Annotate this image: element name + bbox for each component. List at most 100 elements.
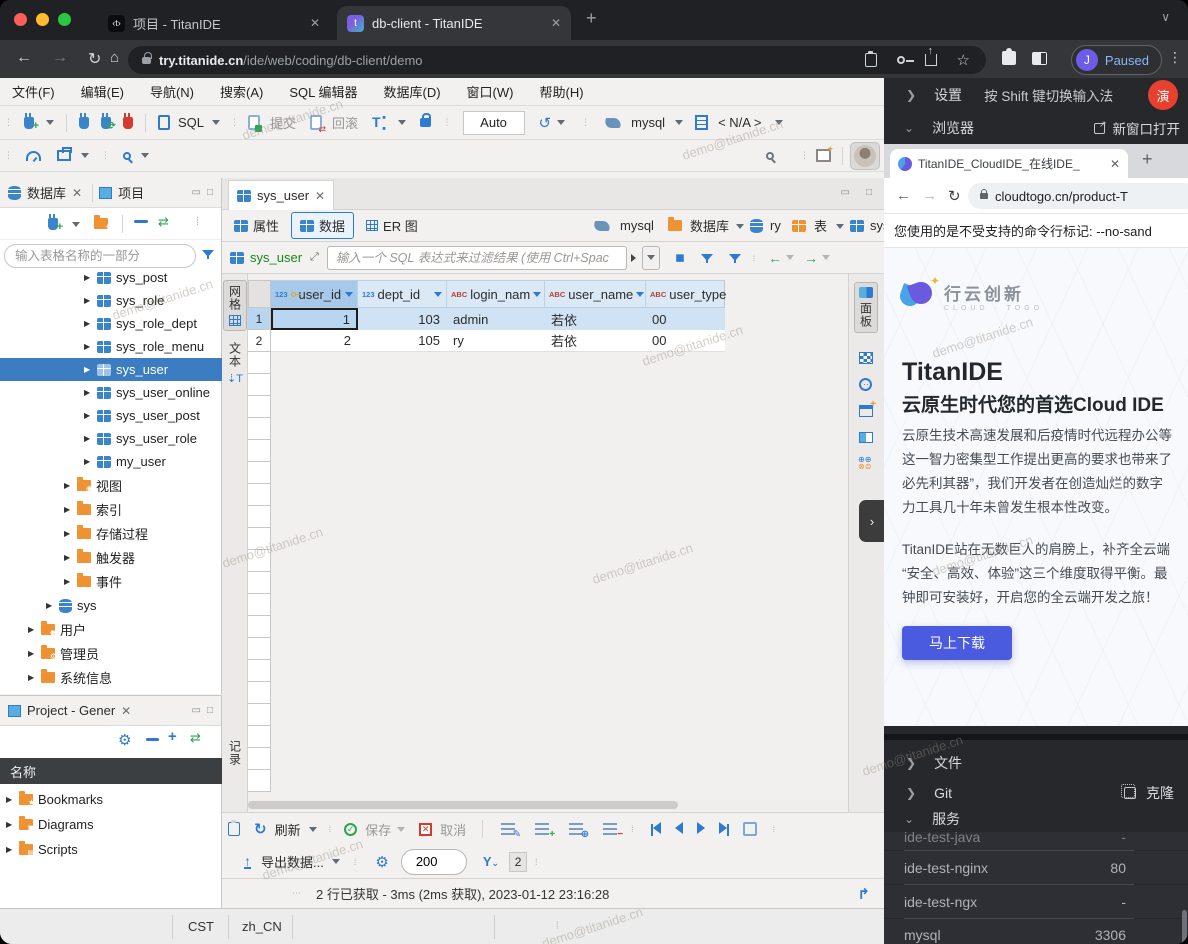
- expand-filter-icon[interactable]: ⤢: [310, 251, 319, 264]
- fetch-all-icon[interactable]: [743, 822, 757, 836]
- open-new-window-button[interactable]: ↗ 新窗口打开: [1094, 118, 1181, 138]
- menu-edit[interactable]: 编辑(E): [81, 82, 124, 101]
- transaction-mode-icon[interactable]: T⡁: [372, 114, 392, 131]
- context-table-label[interactable]: 表: [814, 216, 827, 235]
- gear-icon[interactable]: ⚙: [118, 731, 131, 749]
- tab-project[interactable]: ‹t› 项目 - TitanIDE ✕: [98, 6, 330, 40]
- dashboard-icon[interactable]: [26, 151, 41, 161]
- tab-db-client[interactable]: t db-client - TitanIDE ✕: [337, 6, 571, 40]
- home-icon[interactable]: ⌂: [110, 49, 119, 66]
- next-dropdown-icon[interactable]: [822, 255, 830, 260]
- auto-refresh-icon[interactable]: ↱: [857, 885, 870, 903]
- search-dropdown-icon[interactable]: [141, 153, 149, 158]
- fetch-segment-icon[interactable]: Y⌄: [483, 854, 499, 869]
- last-row-icon[interactable]: [719, 822, 729, 837]
- driver-manager-icon[interactable]: [57, 150, 71, 161]
- menu-help[interactable]: 帮助(H): [539, 82, 583, 101]
- refresh-icon[interactable]: ↻: [254, 820, 267, 838]
- tab-search-chevron-icon[interactable]: ∨: [1161, 10, 1170, 24]
- cell-user-type[interactable]: 00: [646, 308, 725, 330]
- profile-button[interactable]: J Paused: [1071, 45, 1162, 75]
- link-icon[interactable]: ⇄: [190, 730, 201, 746]
- column-header-dept-id[interactable]: 123 dept_id: [358, 281, 447, 307]
- new-connection-icon[interactable]: +: [24, 117, 34, 129]
- row-number[interactable]: 2: [248, 330, 271, 352]
- prev-row-icon[interactable]: [675, 822, 683, 837]
- user-avatar-button[interactable]: [850, 142, 880, 170]
- tree-item-triggers[interactable]: ▶触发器: [0, 546, 222, 569]
- side-panel-icon[interactable]: [1032, 52, 1047, 65]
- transaction-dropdown-icon[interactable]: [398, 120, 406, 125]
- record-icons[interactable]: ⊕⊕⊗⊜: [858, 456, 874, 470]
- maximize-icon[interactable]: □: [207, 187, 213, 198]
- grid-view-button[interactable]: 网格: [223, 280, 247, 331]
- minimize-icon[interactable]: ▭: [192, 187, 201, 198]
- minimize-icon[interactable]: ▭: [192, 705, 201, 716]
- project-tab-title[interactable]: Project - Gener: [27, 703, 115, 718]
- scrollbar-thumb[interactable]: [1182, 910, 1187, 944]
- tree-item-indexes[interactable]: ▶索引: [0, 498, 222, 521]
- disconnect-icon[interactable]: [123, 117, 133, 129]
- export-dropdown-icon[interactable]: [332, 859, 340, 864]
- back-icon[interactable]: ←: [896, 187, 911, 204]
- filter-icon[interactable]: [729, 254, 741, 261]
- driver-selector[interactable]: mysql: [631, 115, 665, 130]
- grouping-panel-icon[interactable]: [859, 432, 873, 443]
- tree-item-procedures[interactable]: ▶存储过程: [0, 522, 222, 545]
- new-folder-icon[interactable]: +: [94, 218, 108, 229]
- cell-login-name[interactable]: admin: [447, 308, 545, 330]
- horizontal-scrollbar[interactable]: [248, 800, 848, 810]
- back-icon[interactable]: ←: [16, 49, 32, 67]
- new-connection-icon[interactable]: +: [48, 218, 58, 230]
- search-icon[interactable]: [123, 152, 131, 160]
- tab-data[interactable]: 数据: [291, 212, 354, 239]
- tree-item-system-info[interactable]: ▶i系统信息: [0, 666, 222, 689]
- close-icon[interactable]: ✕: [1110, 157, 1120, 171]
- cell-dept-id[interactable]: 103: [358, 308, 447, 330]
- reload-icon[interactable]: ↻: [948, 187, 961, 205]
- database-dropdown-icon[interactable]: [775, 120, 783, 125]
- minimize-traffic-light[interactable]: [36, 13, 49, 26]
- commit-button[interactable]: 提交: [270, 113, 296, 132]
- menu-database[interactable]: 数据库(D): [384, 82, 441, 101]
- service-row[interactable]: mysql3306: [884, 919, 1188, 944]
- fetch-settings-gear-icon[interactable]: ⚙: [375, 853, 388, 871]
- tree-item-views[interactable]: ▶◉视图: [0, 474, 222, 497]
- project-item-diagrams[interactable]: ▶▣Diagrams: [0, 813, 222, 836]
- expand-icon[interactable]: +: [168, 728, 177, 745]
- menu-sql-editor[interactable]: SQL 编辑器: [289, 82, 357, 101]
- eraser-icon[interactable]: ◆: [669, 248, 689, 268]
- cell-user-name[interactable]: 若依: [545, 308, 646, 330]
- sort-dropdown-icon[interactable]: [434, 292, 442, 297]
- cell-user-type[interactable]: 00: [646, 330, 725, 351]
- close-icon[interactable]: ✕: [551, 16, 561, 30]
- services-section-header[interactable]: ⌄ 服务: [884, 806, 1188, 832]
- text-view-button[interactable]: 文本⇣T: [223, 338, 247, 389]
- preview-omnibox[interactable]: cloudtogo.cn/product-T: [968, 183, 1188, 209]
- tab-properties[interactable]: 属性: [226, 213, 287, 238]
- scrollbar-thumb[interactable]: [248, 801, 678, 809]
- database-selector[interactable]: < N/A >: [718, 115, 761, 130]
- tree-item-administration[interactable]: ▶⚙管理员: [0, 642, 222, 665]
- collapse-icon[interactable]: [146, 738, 159, 741]
- value-panel-button[interactable]: 面板: [854, 282, 878, 333]
- service-row[interactable]: ide-test-nginx80: [884, 851, 1188, 884]
- bookmark-star-icon[interactable]: ☆: [957, 51, 970, 69]
- settings-section-header[interactable]: ❯ 设置 按 Shift 键切换输入法 演: [884, 78, 1188, 112]
- tree-item-sys-schema[interactable]: ▶sys: [0, 594, 222, 617]
- close-icon[interactable]: ✕: [72, 186, 82, 200]
- prev-dropdown-icon[interactable]: [786, 255, 794, 260]
- share-icon[interactable]: [925, 54, 937, 66]
- refresh-dropdown-icon[interactable]: [309, 827, 317, 832]
- menu-file[interactable]: 文件(F): [12, 82, 55, 101]
- browser-section-header[interactable]: ⌄ 浏览器 ↗ 新窗口打开: [884, 112, 1188, 144]
- tree-item-sys-user-online[interactable]: ▶sys_user_online: [0, 381, 222, 404]
- context-db-name[interactable]: ry: [770, 218, 781, 233]
- cancel-button[interactable]: 取消: [440, 820, 466, 839]
- close-icon[interactable]: ✕: [310, 16, 320, 30]
- delete-row-icon[interactable]: −: [603, 823, 617, 835]
- kebab-menu-icon[interactable]: ⋮: [1168, 49, 1182, 66]
- project-item-scripts[interactable]: ▶▤Scripts: [0, 838, 222, 861]
- perspective-icon[interactable]: [816, 149, 831, 162]
- tree-item-sys-role-dept[interactable]: ▶sys_role_dept: [0, 312, 222, 335]
